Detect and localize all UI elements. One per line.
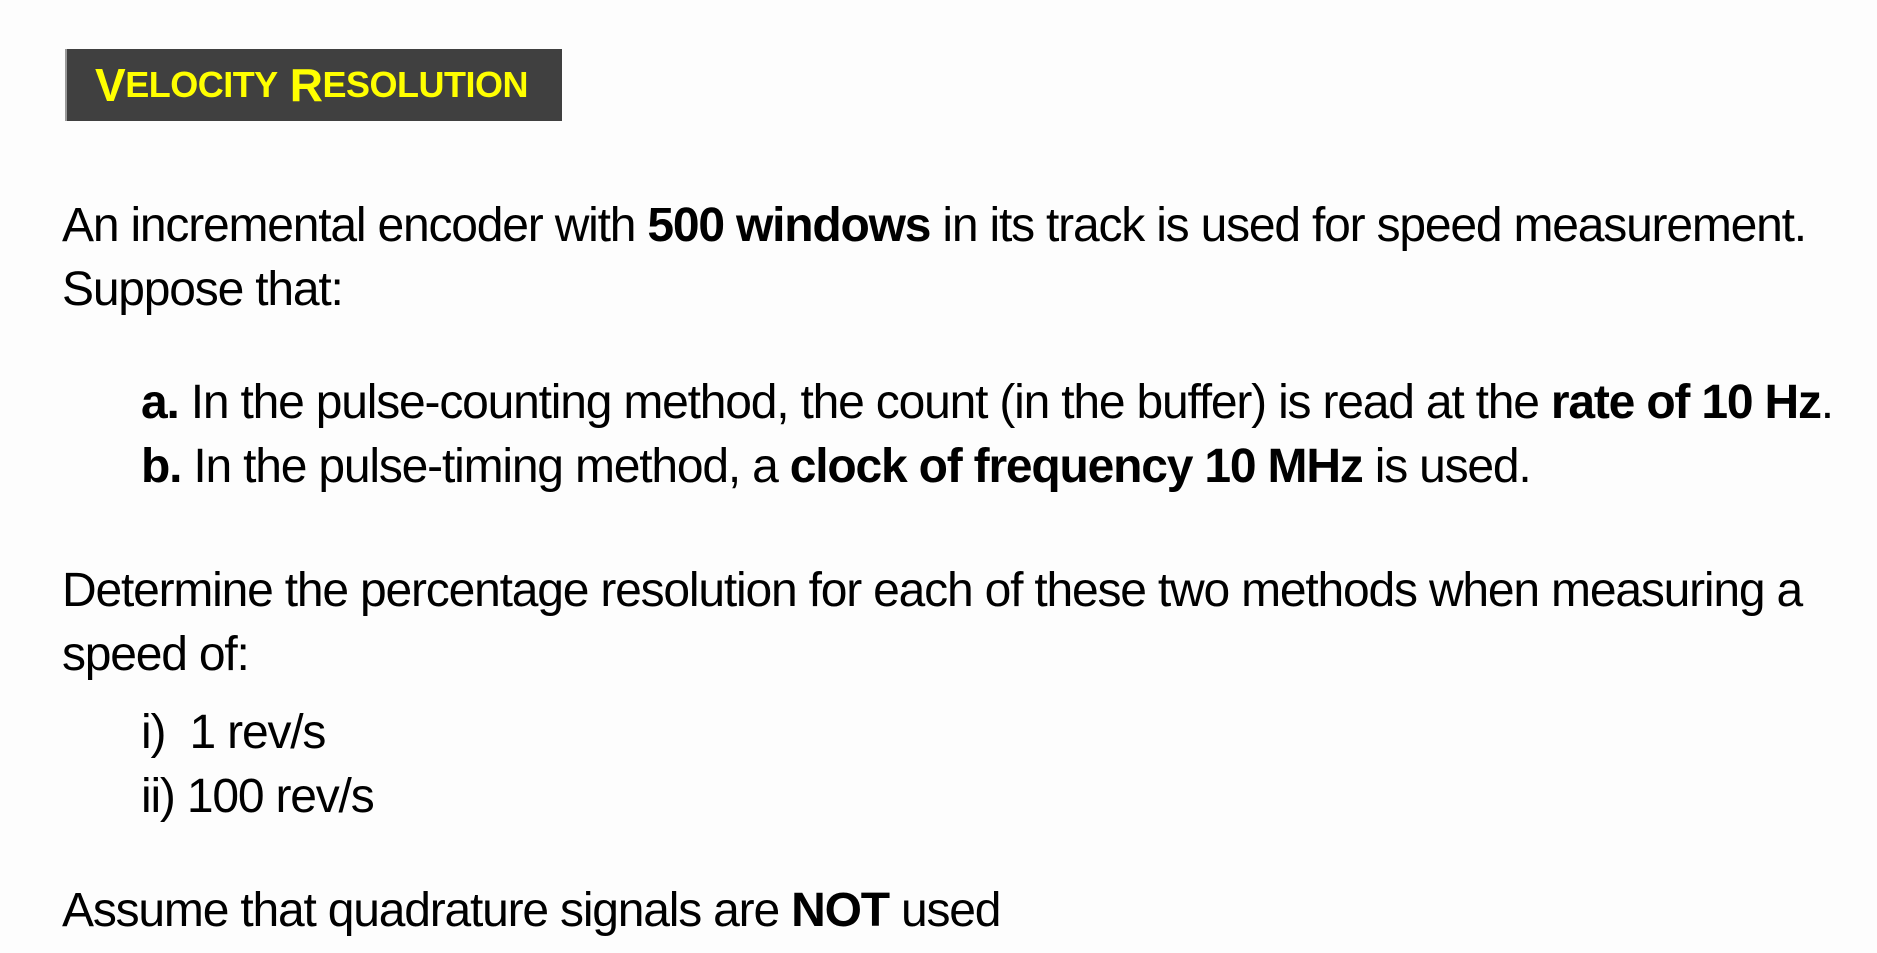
condition-label: a. xyxy=(141,376,180,429)
intro-line-1: An incremental encoder with 500 windows … xyxy=(62,199,1807,252)
condition-item: a. In the pulse-counting method, the cou… xyxy=(141,376,1834,429)
title-initial-2: R xyxy=(289,59,323,111)
speed-label: i) xyxy=(141,706,166,759)
condition-label: b. xyxy=(141,440,182,493)
speed-value: 100 rev/s xyxy=(186,770,375,823)
title-rest-1: ELOCITY xyxy=(125,64,278,105)
question-line-2: speed of: xyxy=(62,628,250,681)
note-paragraph: Assume that quadrature signals are NOT u… xyxy=(62,879,1001,943)
condition-item: b. In the pulse-timing method, a clock o… xyxy=(141,440,1532,493)
slide: V ELOCITY R ESOLUTION An incremental encode… xyxy=(0,0,1877,953)
note-emphasis: NOT xyxy=(791,884,890,937)
intro-line-2: Suppose that: xyxy=(62,263,344,316)
speed-label: ii) xyxy=(141,770,176,823)
question-line-1: Determine the percentage resolution for … xyxy=(62,564,1803,617)
slide-title: V ELOCITY R ESOLUTION xyxy=(65,49,562,121)
speed-item: ii) 100 rev/s xyxy=(141,765,375,829)
conditions-list: a. In the pulse-counting method, the cou… xyxy=(141,371,1834,499)
speed-item: i) 1 rev/s xyxy=(141,701,374,765)
note-line: Assume that quadrature signals are NOT u… xyxy=(62,884,1001,937)
question-paragraph: Determine the percentage resolution for … xyxy=(62,559,1803,687)
speeds-list: i) 1 rev/s ii) 100 rev/s xyxy=(141,701,375,829)
intro-paragraph: An incremental encoder with 500 windows … xyxy=(62,194,1807,322)
title-initial-1: V xyxy=(95,59,126,111)
windows-count: 500 windows xyxy=(647,199,931,252)
speed-value: 1 rev/s xyxy=(189,706,327,759)
title-rest-2: ESOLUTION xyxy=(322,64,528,105)
